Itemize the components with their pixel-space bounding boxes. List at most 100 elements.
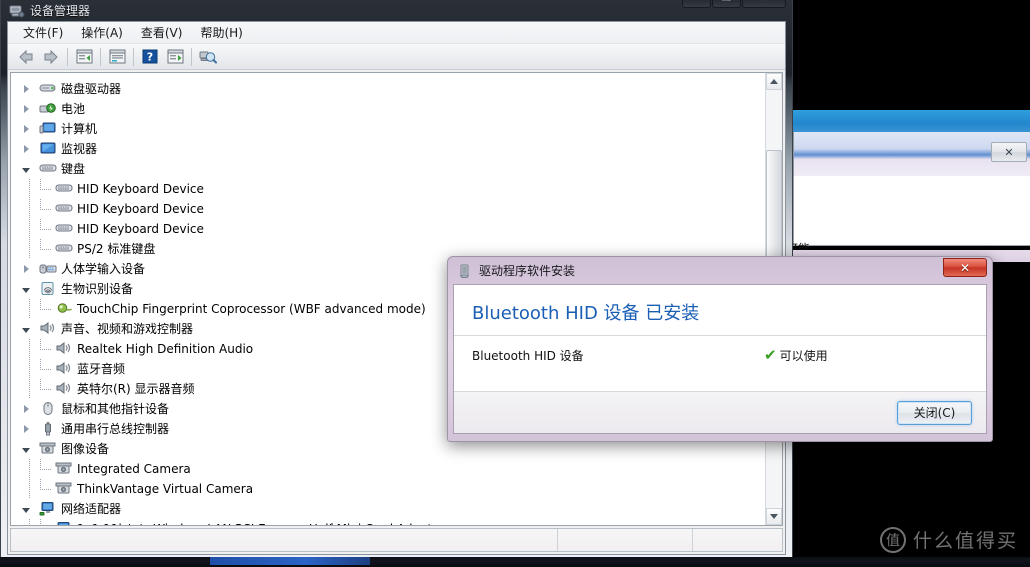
taskbar-active-item[interactable]: [210, 557, 370, 565]
tree-indent-guide: [19, 339, 39, 359]
update-driver-icon[interactable]: [163, 46, 187, 68]
maximize-button[interactable]: ❐: [712, 0, 741, 8]
forward-icon[interactable]: [39, 46, 63, 68]
success-check-icon: ✔: [764, 345, 777, 364]
tree-node-label: 网络适配器: [61, 502, 122, 516]
dialog-title: 驱动程序软件安装: [479, 264, 576, 278]
tree-node-label: Integrated Camera: [77, 462, 191, 476]
tree-node-label: TouchChip Fingerprint Coprocessor (WBF a…: [77, 302, 426, 316]
scroll-up-button[interactable]: [766, 73, 782, 90]
expander-open-icon[interactable]: [19, 439, 33, 459]
tree-node-label: 鼠标和其他指针设备: [61, 402, 170, 416]
tree-node[interactable]: 图像设备: [19, 439, 765, 459]
properties-icon[interactable]: [105, 46, 129, 68]
expander-closed-icon[interactable]: [19, 399, 33, 419]
monitor-icon: [39, 141, 57, 157]
show-hidden-devices-icon[interactable]: [72, 46, 96, 68]
tree-indent-guide: [19, 219, 39, 239]
tree-node-label: HID Keyboard Device: [77, 202, 204, 216]
menu-item-help[interactable]: 帮助(H): [191, 21, 251, 44]
keyboard-icon: [55, 181, 73, 197]
network-icon: [39, 501, 57, 517]
tree-node-label: HID Keyboard Device: [77, 182, 204, 196]
tree-node[interactable]: HID Keyboard Device: [19, 219, 765, 239]
svg-text:?: ?: [147, 51, 153, 64]
dialog-titlebar[interactable]: 驱动程序软件安装 ✕: [453, 257, 987, 284]
taskbar[interactable]: [0, 557, 1030, 567]
menu-bar: 文件(F) 操作(A) 查看(V) 帮助(H): [8, 22, 785, 44]
usb-icon: [39, 421, 57, 437]
tree-node[interactable]: 1x1 11b/g/n Wireless LAN PCI Express Hal…: [19, 519, 765, 525]
background-window-close-button[interactable]: ✕: [991, 142, 1027, 162]
dialog-device-row: Bluetooth HID 设备 ✔ 可以使用: [472, 344, 968, 366]
tree-node[interactable]: 磁盘驱动器: [19, 79, 765, 99]
tree-indent-guide: [19, 239, 39, 259]
disk-drive-icon: [39, 81, 57, 97]
expander-closed-icon[interactable]: [19, 419, 33, 439]
hid-icon: [39, 261, 57, 277]
scroll-thumb[interactable]: [766, 150, 782, 260]
tree-node-label: 通用串行总线控制器: [61, 422, 170, 436]
tree-node-label: 计算机: [61, 122, 98, 136]
close-dialog-button[interactable]: 关闭(C): [897, 400, 972, 425]
help-icon[interactable]: ?: [138, 46, 162, 68]
tree-elbow-connector: [39, 199, 55, 219]
dialog-close-button[interactable]: ✕: [943, 258, 987, 277]
device-status: 可以使用: [779, 348, 828, 363]
tree-node[interactable]: 计算机: [19, 119, 765, 139]
background-window-blue-strip: [793, 110, 1030, 132]
tree-elbow-connector: [39, 299, 55, 319]
driver-install-dialog: 驱动程序软件安装 ✕ Bluetooth HID 设备 已安装 Bluetoot…: [447, 256, 993, 442]
tree-node[interactable]: ThinkVantage Virtual Camera: [19, 479, 765, 499]
driver-install-icon: [457, 263, 473, 279]
keyboard-icon: [39, 161, 57, 177]
menu-item-file[interactable]: 文件(F): [14, 21, 72, 44]
tree-node-label: HID Keyboard Device: [77, 222, 204, 236]
tree-elbow-connector: [39, 479, 55, 499]
tree-node[interactable]: Integrated Camera: [19, 459, 765, 479]
battery-icon: [39, 101, 57, 117]
dialog-heading: Bluetooth HID 设备 已安装: [454, 285, 986, 336]
tree-elbow-connector: [39, 239, 55, 259]
tree-node-label: 监视器: [61, 142, 98, 156]
tree-node-label: Realtek High Definition Audio: [77, 342, 254, 356]
tree-node-label: 1x1 11b/g/n Wireless LAN PCI Express Hal…: [77, 519, 445, 525]
tree-node[interactable]: 网络适配器: [19, 499, 765, 519]
expander-closed-icon[interactable]: [19, 139, 33, 159]
expander-open-icon[interactable]: [19, 159, 33, 179]
tree-elbow-connector: [39, 359, 55, 379]
tree-node[interactable]: 键盘: [19, 159, 765, 179]
tree-elbow-connector: [39, 459, 55, 479]
scroll-down-button[interactable]: [766, 508, 782, 525]
back-icon[interactable]: [14, 46, 38, 68]
tree-node[interactable]: 监视器: [19, 139, 765, 159]
device-manager-titlebar[interactable]: 设备管理器 — ❐ ✕: [7, 0, 786, 21]
close-button[interactable]: ✕: [742, 0, 786, 8]
dialog-footer: 关闭(C): [454, 391, 986, 433]
menu-item-action[interactable]: 操作(A): [72, 21, 132, 44]
scan-hardware-changes-icon[interactable]: [196, 46, 220, 68]
expander-open-icon[interactable]: [19, 499, 33, 519]
background-window-body: [793, 176, 1030, 246]
menu-item-view[interactable]: 查看(V): [132, 21, 192, 44]
device-manager-title: 设备管理器: [30, 4, 91, 18]
tree-node[interactable]: 电池: [19, 99, 765, 119]
expander-open-icon[interactable]: [19, 279, 33, 299]
tree-node-label: ThinkVantage Virtual Camera: [77, 482, 254, 496]
expander-open-icon[interactable]: [19, 319, 33, 339]
tree-node[interactable]: HID Keyboard Device: [19, 199, 765, 219]
tree-elbow-connector: [39, 179, 55, 199]
expander-closed-icon[interactable]: [19, 119, 33, 139]
expander-closed-icon[interactable]: [19, 79, 33, 99]
minimize-button[interactable]: —: [682, 0, 711, 8]
tree-indent-guide: [19, 179, 39, 199]
status-pane-2: [557, 529, 692, 551]
tree-node-label: 人体学输入设备: [61, 262, 146, 276]
tree-node-label: 生物识别设备: [61, 282, 134, 296]
expander-closed-icon[interactable]: [19, 99, 33, 119]
camera-icon: [55, 461, 73, 477]
toolbar-separator: [67, 47, 68, 66]
tree-node[interactable]: HID Keyboard Device: [19, 179, 765, 199]
tree-indent-guide: [19, 299, 39, 319]
expander-closed-icon[interactable]: [19, 259, 33, 279]
